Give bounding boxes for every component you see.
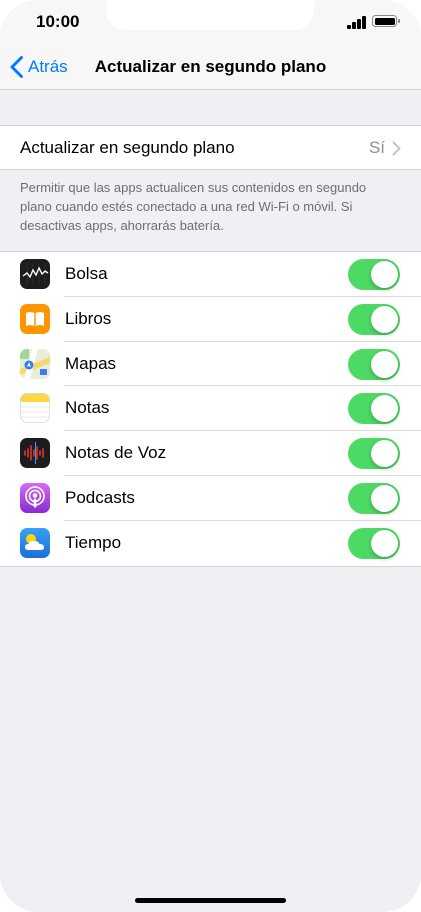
stocks-icon bbox=[20, 259, 50, 289]
list-item-tiempo: Tiempo bbox=[0, 521, 421, 566]
list-item-notas: Notas bbox=[0, 386, 421, 432]
toggle-knob bbox=[371, 484, 398, 512]
list-item-podcasts: Podcasts bbox=[0, 476, 421, 521]
toggle-tiempo[interactable] bbox=[348, 527, 400, 559]
phone-screen: 10:00 Atrás Actualizar en segundo plano … bbox=[0, 0, 421, 912]
toggle-mapas[interactable] bbox=[348, 348, 400, 380]
notes-icon bbox=[20, 393, 50, 424]
list-item-libros: Libros bbox=[0, 297, 421, 342]
toggle-knob bbox=[371, 305, 398, 333]
app-name: Tiempo bbox=[65, 532, 122, 552]
toggle-bolsa[interactable] bbox=[348, 259, 400, 290]
background-refresh-label: Actualizar en segundo plano bbox=[20, 138, 235, 157]
home-indicator[interactable] bbox=[135, 898, 286, 903]
list-item-bolsa: Bolsa bbox=[0, 252, 421, 297]
toggle-knob bbox=[371, 350, 398, 378]
cellular-signal-icon bbox=[347, 15, 367, 29]
podcasts-icon bbox=[20, 482, 50, 513]
toggle-knob bbox=[371, 529, 398, 557]
toggle-knob bbox=[371, 395, 398, 423]
toggle-podcasts[interactable] bbox=[348, 482, 400, 514]
list-item-notas-de-voz: Notas de Voz bbox=[0, 431, 421, 476]
setting-description: Permitir que las apps actualicen sus con… bbox=[20, 180, 367, 233]
app-name: Libros bbox=[65, 308, 112, 328]
toggle-notas-de-voz[interactable] bbox=[348, 438, 400, 470]
notch bbox=[106, 0, 314, 30]
page-title: Actualizar en segundo plano bbox=[94, 57, 327, 76]
app-name: Notas de Voz bbox=[65, 443, 167, 463]
toggle-notas[interactable] bbox=[348, 393, 400, 425]
app-name: Bolsa bbox=[65, 264, 108, 283]
background-refresh-setting-row[interactable]: Actualizar en segundo plano Sí bbox=[0, 125, 421, 170]
battery-icon bbox=[372, 15, 400, 27]
app-name: Mapas bbox=[65, 353, 117, 373]
background-refresh-value: Sí bbox=[368, 138, 385, 157]
weather-icon bbox=[20, 527, 50, 558]
toggle-libros[interactable] bbox=[348, 303, 400, 335]
toggle-knob bbox=[371, 440, 398, 468]
status-time: 10:00 bbox=[36, 12, 80, 31]
toggle-knob bbox=[371, 261, 398, 288]
app-list: Bolsa Libros Mapas Notas Notas de Voz Po… bbox=[0, 251, 421, 567]
status-bar: 10:00 bbox=[0, 0, 421, 44]
navigation-bar: Atrás Actualizar en segundo plano bbox=[0, 44, 421, 90]
app-name: Notas bbox=[65, 398, 110, 418]
app-name: Podcasts bbox=[65, 487, 135, 507]
chevron-right-icon bbox=[392, 141, 401, 156]
books-icon bbox=[20, 303, 50, 334]
list-item-mapas: Mapas bbox=[0, 342, 421, 387]
maps-icon bbox=[20, 348, 50, 379]
voice-memos-icon bbox=[20, 438, 50, 469]
